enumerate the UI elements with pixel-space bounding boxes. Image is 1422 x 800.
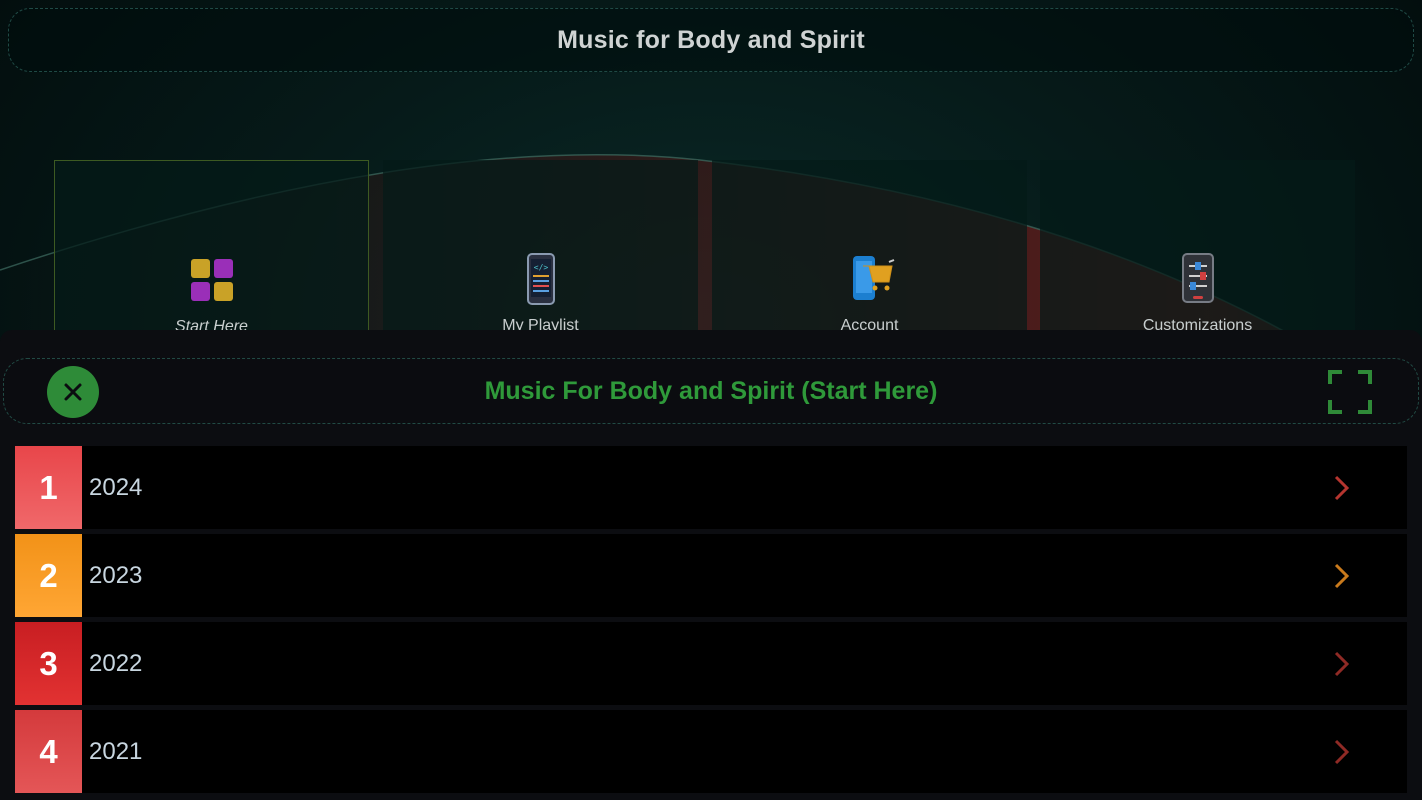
row-label: 2023: [89, 561, 143, 589]
chevron-right-icon: [1334, 563, 1350, 589]
row-label: 2024: [89, 473, 143, 501]
row-number-badge: 4: [15, 710, 82, 793]
sheet-header: Music For Body and Spirit (Start Here): [3, 358, 1419, 424]
list-item[interactable]: 2 2023: [15, 534, 1407, 617]
list-item[interactable]: 4 2021: [15, 710, 1407, 793]
year-list: 1 2024 2 2023 3 2022 4 2021: [15, 446, 1407, 798]
row-label: 2022: [89, 649, 143, 677]
sheet-title: Music For Body and Spirit (Start Here): [484, 376, 938, 405]
list-item[interactable]: 1 2024: [15, 446, 1407, 529]
app-screen: Music for Body and Spirit Start Here </>…: [0, 0, 1422, 800]
grid-apps-icon: [190, 259, 233, 301]
phone-playlist-icon: </>: [526, 253, 555, 305]
bottom-sheet: Music For Body and Spirit (Start Here) 1…: [0, 330, 1422, 800]
row-number-badge: 2: [15, 534, 82, 617]
close-button[interactable]: [47, 366, 99, 418]
sliders-icon: [1181, 253, 1214, 303]
svg-text:</>: </>: [533, 263, 548, 272]
list-item[interactable]: 3 2022: [15, 622, 1407, 705]
app-title: Music for Body and Spirit: [557, 25, 865, 54]
row-number-badge: 3: [15, 622, 82, 705]
fullscreen-icon[interactable]: [1326, 368, 1374, 416]
chevron-right-icon: [1334, 651, 1350, 677]
close-icon: [64, 383, 82, 401]
cart-phone-icon: [852, 256, 894, 300]
top-header: Music for Body and Spirit: [8, 8, 1414, 72]
chevron-right-icon: [1334, 475, 1350, 501]
row-number-badge: 1: [15, 446, 82, 529]
row-label: 2021: [89, 737, 143, 765]
chevron-right-icon: [1334, 739, 1350, 765]
